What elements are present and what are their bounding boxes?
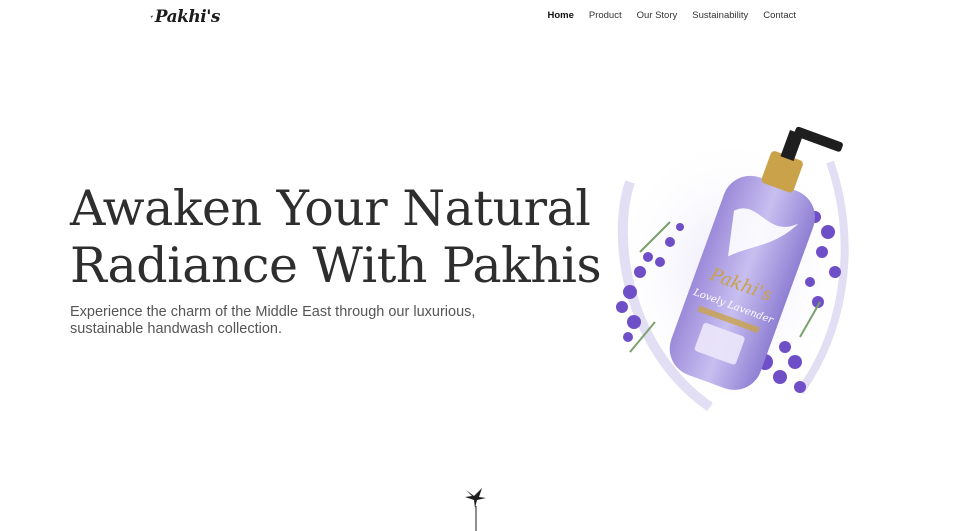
product-image: Pakhi's Lovely Lavender (610, 126, 850, 412)
bird-icon (465, 488, 486, 508)
nav-our-story[interactable]: Our Story (637, 10, 678, 21)
hero-subtitle: Experience the charm of the Middle East … (70, 304, 476, 337)
nav-sustainability[interactable]: Sustainability (692, 10, 748, 21)
main-nav: Home Product Our Story Sustainability Co… (532, 10, 796, 21)
hero-title: Awaken Your Natural Radiance With Pakhis (70, 180, 602, 294)
hero-title-line-1: Awaken Your Natural (70, 180, 591, 237)
nav-contact[interactable]: Contact (763, 10, 796, 21)
brand-logo[interactable]: Pakhi's (150, 0, 221, 34)
bird-icon (150, 14, 154, 20)
logo-text: Pakhi's (154, 7, 221, 27)
hero-title-line-2: Radiance With Pakhis (70, 237, 602, 294)
scroll-down-indicator[interactable] (462, 486, 490, 531)
nav-product[interactable]: Product (589, 10, 622, 21)
site-header: Pakhi's Home Product Our Story Sustainab… (0, 0, 956, 36)
nav-home[interactable]: Home (547, 10, 573, 21)
